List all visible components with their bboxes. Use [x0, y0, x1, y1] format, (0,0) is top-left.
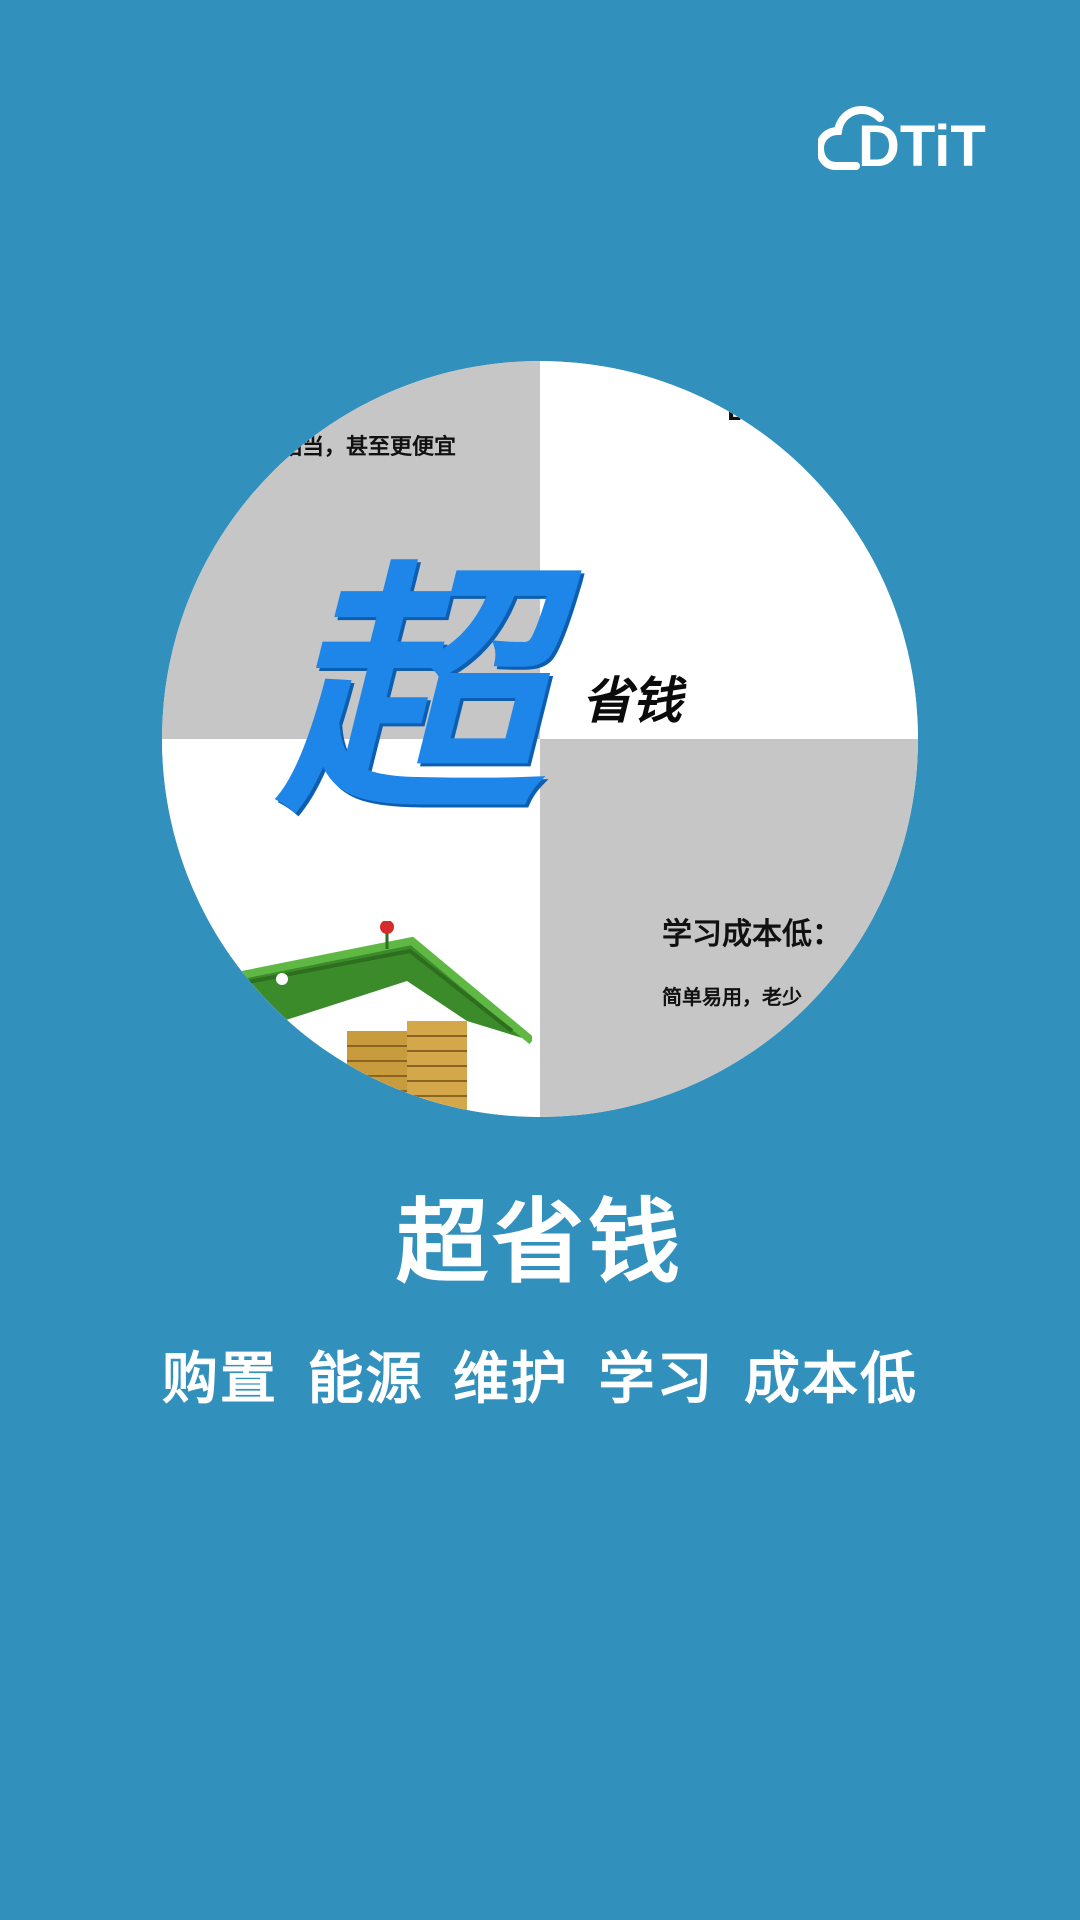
logo-text: DTiT	[858, 114, 986, 176]
splash-page: DTiT 相当，甚至更便宜 Lt 超 省钱 学习成本低： 简单易用，老少 超省钱…	[0, 0, 1080, 1920]
page-subtitle: 购置 能源 维护 学习 成本低	[162, 1347, 918, 1412]
hero-illustration: 相当，甚至更便宜 Lt 超 省钱 学习成本低： 简单易用，老少	[162, 361, 918, 1117]
top-left-caption: 相当，甚至更便宜	[280, 435, 457, 460]
small-heading: 省钱	[582, 672, 682, 730]
big-character: 超	[277, 538, 542, 849]
cloud-logo-icon: DTiT	[818, 105, 986, 176]
grass-house-coins-icon	[212, 921, 532, 1117]
top-right-caption: Lt	[727, 401, 752, 426]
learning-cost-heading: 学习成本低：	[662, 917, 842, 952]
brand-logo: DTiT	[818, 96, 1018, 176]
page-title: 超省钱	[395, 1189, 684, 1296]
learning-cost-caption: 简单易用，老少	[662, 985, 802, 1009]
